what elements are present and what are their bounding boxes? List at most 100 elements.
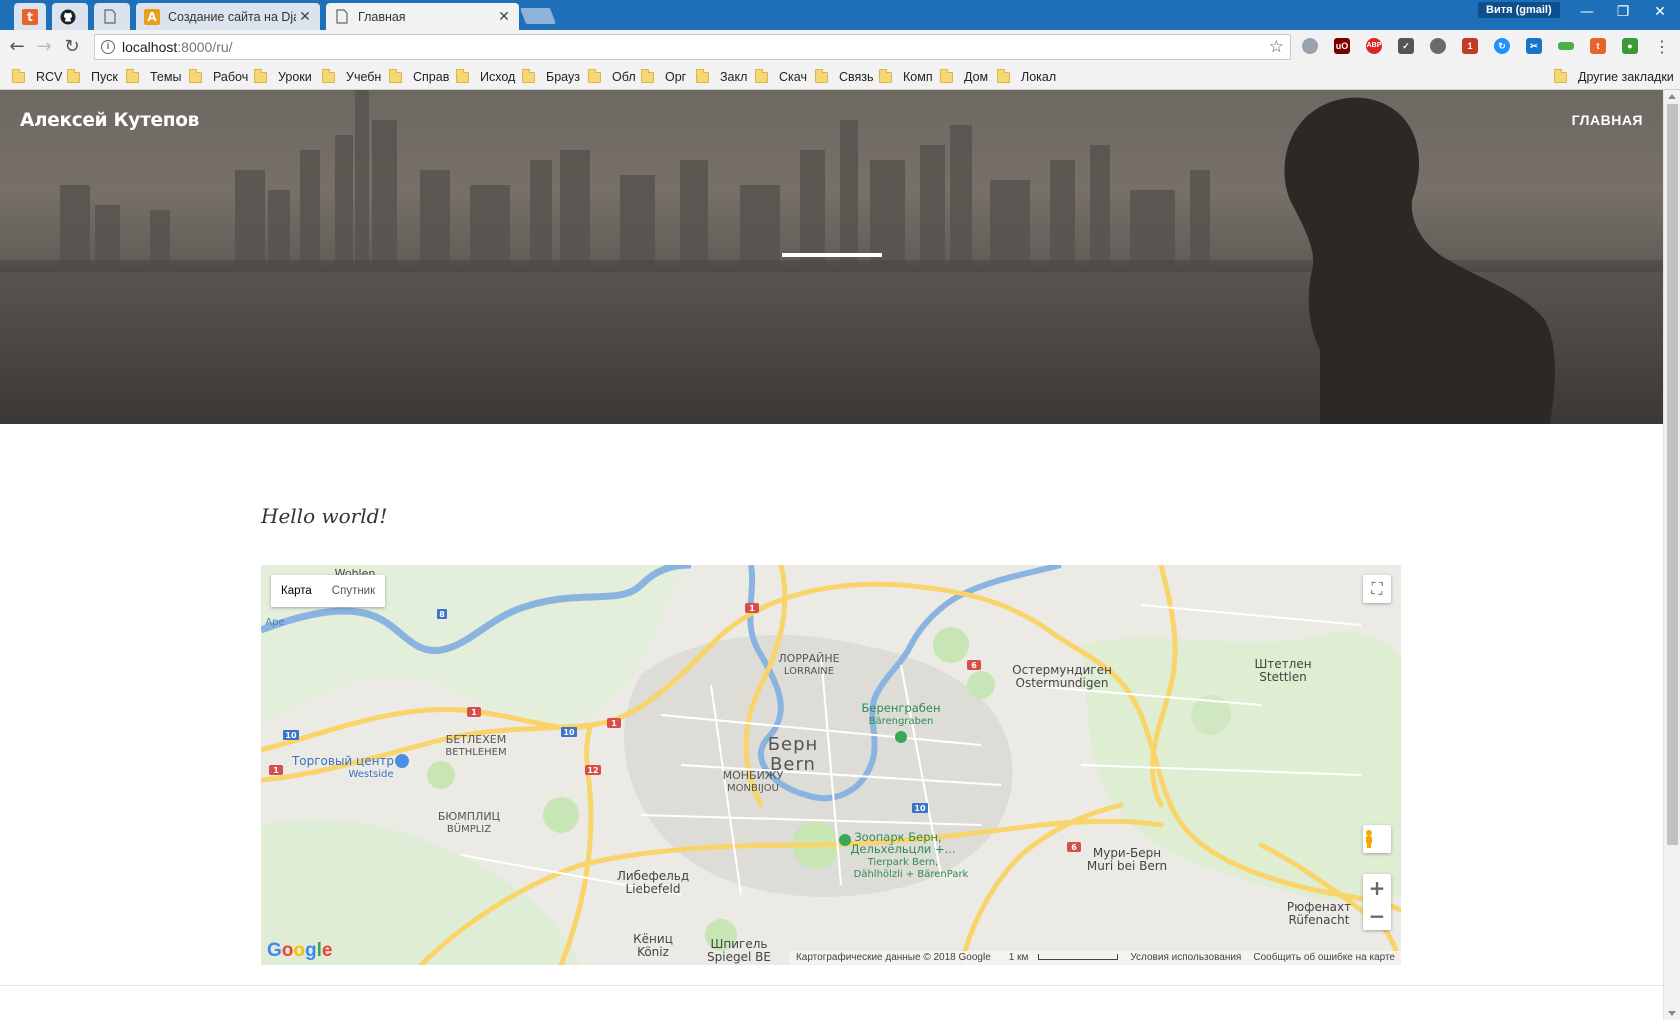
folder-icon xyxy=(1554,68,1567,83)
new-tab-button[interactable] xyxy=(520,8,556,24)
map-label-bethlehem-de: BETHLEHEM xyxy=(445,747,506,758)
hero-header: Алексей Кутепов ГЛАВНАЯ xyxy=(0,90,1663,424)
shopping-poi-icon[interactable] xyxy=(395,754,409,768)
map-label-monbijou-de: MONBIJOU xyxy=(727,783,779,794)
scroll-thumb[interactable] xyxy=(1667,104,1678,845)
close-icon[interactable]: ✕ xyxy=(495,9,513,25)
road-badge: 8 xyxy=(439,610,445,619)
folder-icon xyxy=(12,68,25,83)
bookmark-folder[interactable]: Исход xyxy=(456,68,515,86)
map-label-westside-de: Westside xyxy=(348,769,393,780)
road-badge: 6 xyxy=(971,661,977,670)
tab-pinned-github[interactable] xyxy=(52,3,88,30)
map-label-liebefeld-ru: Либефельд xyxy=(617,869,689,883)
camera-extension-icon[interactable]: ● xyxy=(1622,38,1638,54)
zoo-poi-icon[interactable] xyxy=(839,834,851,846)
map-label-rufenacht-ru: Рюфенахт xyxy=(1287,900,1351,914)
minimize-icon[interactable]: — xyxy=(1567,0,1607,24)
globe-extension-icon[interactable] xyxy=(1302,38,1318,54)
bookmark-folder[interactable]: Рабоч xyxy=(189,68,248,86)
profile-button[interactable]: Витя (gmail) xyxy=(1478,2,1560,18)
map-scale: 1 км xyxy=(997,951,1125,965)
bookmark-folder[interactable]: Скач xyxy=(755,68,807,86)
map-data-attribution: Картографические данные © 2018 Google xyxy=(795,952,991,963)
favicon-a-icon: A xyxy=(144,8,160,25)
map-label-stettlen-ru: Штетлен xyxy=(1254,657,1311,671)
menu-icon[interactable]: ⋮ xyxy=(1650,35,1674,59)
footer-divider xyxy=(0,985,1663,986)
map-type-map-button[interactable]: Карта xyxy=(271,575,322,607)
map-label-koniz-de: Köniz xyxy=(637,945,669,959)
map-label-spiegel-ru: Шпигель xyxy=(711,937,768,951)
zoom-in-icon[interactable]: + xyxy=(1363,874,1391,902)
folder-icon xyxy=(322,68,335,83)
sync-extension-icon[interactable]: ↻ xyxy=(1494,38,1510,54)
park-poi-icon[interactable] xyxy=(895,731,907,743)
google-map[interactable]: Берн Bern ЛОРРАЙНЕ LORRAINE Беренграбен … xyxy=(261,565,1401,965)
folder-icon xyxy=(456,68,469,83)
road-badge: 10 xyxy=(285,731,297,740)
road-badge: 1 xyxy=(273,766,279,775)
map-terms-link[interactable]: Условия использования xyxy=(1124,951,1247,965)
bookmark-folder[interactable]: Обл xyxy=(588,68,636,86)
bookmark-folder[interactable]: Учебн xyxy=(322,68,381,86)
pocket-extension-icon[interactable]: ✓ xyxy=(1398,38,1414,54)
scroll-up-icon[interactable] xyxy=(1668,94,1676,99)
bookmark-star-icon[interactable]: ☆ xyxy=(1269,37,1284,57)
bookmark-folder[interactable]: Пуск xyxy=(67,68,118,86)
folder-icon xyxy=(997,68,1010,83)
evernote-extension-icon[interactable] xyxy=(1430,38,1446,54)
map-canvas[interactable]: Берн Bern ЛОРРАЙНЕ LORRAINE Беренграбен … xyxy=(261,565,1401,965)
folder-icon xyxy=(67,68,80,83)
road-badge: 1 xyxy=(749,604,755,613)
bookmark-folder[interactable]: Орг xyxy=(641,68,686,86)
close-window-icon[interactable]: ✕ xyxy=(1640,0,1680,24)
forward-icon[interactable]: → xyxy=(32,35,56,59)
folder-icon xyxy=(126,68,139,83)
page-scrollbar[interactable] xyxy=(1663,90,1680,1020)
page-icon xyxy=(334,9,350,25)
battery-extension-icon[interactable] xyxy=(1558,42,1574,50)
tab-pinned-page[interactable] xyxy=(94,3,130,30)
restore-icon[interactable]: ❐ xyxy=(1603,0,1643,24)
tab-home[interactable]: Главная ✕ xyxy=(326,3,519,30)
github-icon xyxy=(60,9,76,25)
reload-icon[interactable]: ↻ xyxy=(60,35,84,59)
close-icon[interactable]: ✕ xyxy=(296,9,314,25)
tumblr-extension-icon[interactable]: t xyxy=(1590,38,1606,54)
adblock-extension-icon[interactable]: ABP xyxy=(1366,38,1382,54)
fullscreen-icon[interactable]: ⛶ xyxy=(1363,575,1391,603)
map-label-barengraben-de: Bärengraben xyxy=(869,716,934,727)
site-brand[interactable]: Алексей Кутепов xyxy=(20,110,199,131)
bookmark-folder[interactable]: Брауз xyxy=(522,68,580,86)
bookmark-folder[interactable]: Локал xyxy=(997,68,1056,86)
other-bookmarks[interactable]: Другие закладки xyxy=(1554,68,1674,86)
bookmark-folder[interactable]: Комп xyxy=(879,68,933,86)
ublock-extension-icon[interactable]: uO xyxy=(1334,38,1350,54)
nav-home-link[interactable]: ГЛАВНАЯ xyxy=(1572,112,1643,128)
tab-pinned-1[interactable]: t xyxy=(14,3,46,30)
bookmark-folder[interactable]: Связь xyxy=(815,68,874,86)
back-icon[interactable]: ← xyxy=(5,35,29,59)
tab-django[interactable]: A Создание сайта на Djan ✕ xyxy=(136,3,320,30)
map-type-satellite-button[interactable]: Спутник xyxy=(322,575,385,607)
info-icon[interactable]: i xyxy=(101,40,115,54)
map-report-link[interactable]: Сообщить об ошибке на карте xyxy=(1247,951,1401,965)
bookmark-folder[interactable]: RCV xyxy=(12,68,62,86)
map-label-lorraine-ru: ЛОРРАЙНЕ xyxy=(778,652,839,665)
folder-icon xyxy=(389,68,402,83)
bookmark-folder[interactable]: Закл xyxy=(696,68,747,86)
bookmark-folder[interactable]: Темы xyxy=(126,68,181,86)
tools-extension-icon[interactable]: ✂ xyxy=(1526,38,1542,54)
scroll-down-icon[interactable] xyxy=(1668,1011,1676,1016)
bookmark-folder[interactable]: Дом xyxy=(940,68,988,86)
pegman-icon[interactable] xyxy=(1363,825,1391,853)
folder-icon xyxy=(641,68,654,83)
folder-icon xyxy=(588,68,601,83)
url-text: localhost:8000/ru/ xyxy=(122,39,233,55)
calendar-extension-icon[interactable]: 1 xyxy=(1462,38,1478,54)
bookmark-folder[interactable]: Уроки xyxy=(254,68,312,86)
bookmark-folder[interactable]: Справ xyxy=(389,68,449,86)
zoom-out-icon[interactable]: − xyxy=(1363,902,1391,930)
address-bar[interactable]: i localhost:8000/ru/ ☆ xyxy=(94,34,1291,60)
